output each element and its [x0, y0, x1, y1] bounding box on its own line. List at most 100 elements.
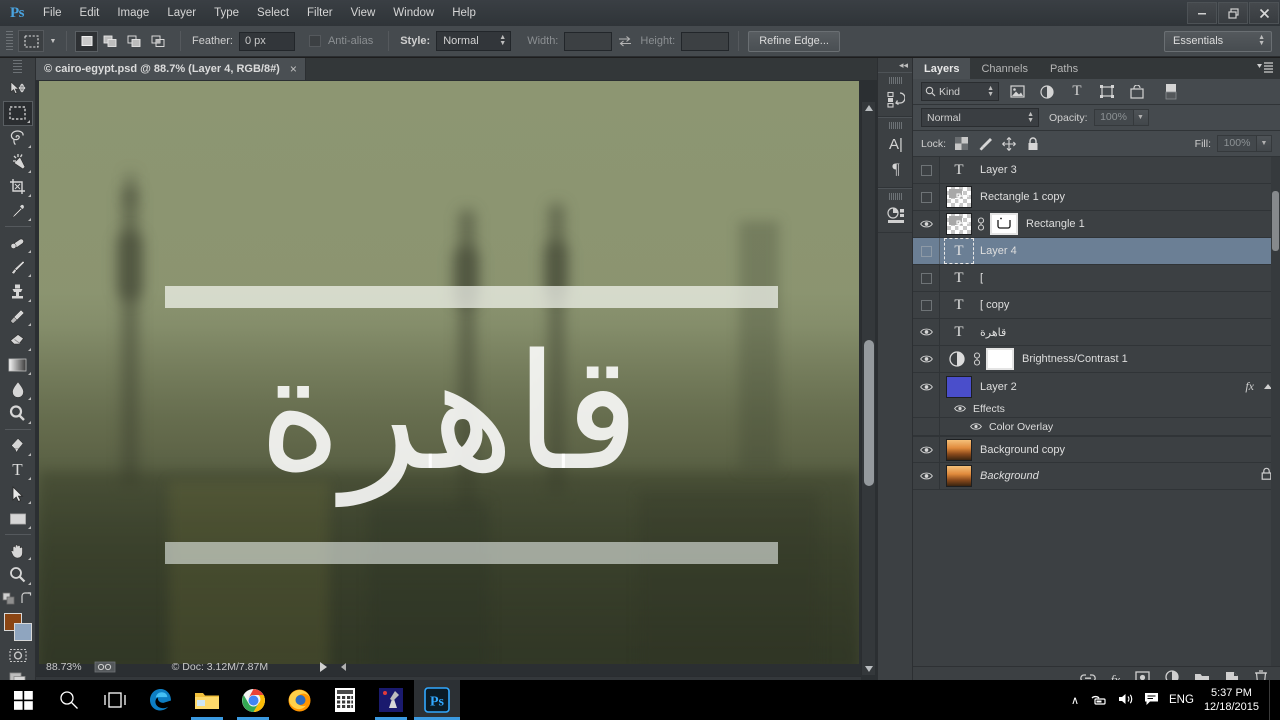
layer-mask-thumbnail[interactable] [986, 348, 1014, 370]
paragraph-panel-icon[interactable]: ¶ [878, 157, 914, 183]
rectangular-marquee-tool-icon[interactable] [18, 30, 44, 52]
rectangle-tool[interactable] [3, 506, 33, 530]
search-icon[interactable] [46, 680, 92, 720]
vector-mask-thumbnail[interactable] [990, 213, 1018, 235]
spot-healing-brush-tool[interactable] [3, 230, 33, 254]
layer-name[interactable]: [ [980, 272, 983, 284]
layer-visibility-toggle[interactable] [913, 346, 940, 372]
type-layer-thumbnail[interactable]: T [946, 294, 972, 316]
shape-layer-thumbnail[interactable] [946, 186, 972, 208]
eraser-tool[interactable] [3, 328, 33, 352]
swap-colors-icon[interactable] [18, 590, 34, 608]
layer-name[interactable]: Layer 3 [980, 164, 1017, 176]
rail-grip[interactable] [888, 77, 902, 84]
edit-in-quick-mask-mode-button[interactable] [3, 643, 33, 667]
table-row[interactable]: Background copy [913, 436, 1280, 463]
layer-name[interactable]: Background copy [980, 444, 1065, 456]
blend-mode-select[interactable]: Normal ▲ ▼ [921, 108, 1039, 127]
layer-visibility-toggle[interactable] [913, 373, 940, 400]
layer-name[interactable]: Background [980, 470, 1039, 482]
zoom-level-label[interactable]: 88.73% [46, 661, 82, 673]
height-input[interactable] [681, 31, 730, 51]
rectangular-marquee-tool[interactable] [2, 101, 33, 126]
status-expand-arrow-icon[interactable] [320, 662, 328, 672]
layer-name[interactable]: Brightness/Contrast 1 [1022, 353, 1128, 365]
layer-effect-item[interactable]: Color Overlay [913, 418, 1280, 436]
language-indicator[interactable]: ENG [1169, 694, 1194, 706]
layer-name[interactable]: قاهرة [980, 326, 1006, 339]
layer-name[interactable]: [ copy [980, 299, 1009, 311]
menu-edit[interactable]: Edit [71, 0, 109, 26]
layers-list[interactable]: T Layer 3 Rectangle 1 copy Rectangle 1 T… [913, 157, 1280, 666]
type-layer-thumbnail[interactable]: T [946, 159, 972, 181]
filter-adjustment-layers-icon[interactable] [1035, 82, 1059, 102]
style-select[interactable]: Normal ▲ ▼ [436, 31, 512, 51]
add-to-selection-button[interactable] [99, 31, 122, 52]
type-layer-thumbnail[interactable]: T [944, 238, 974, 264]
tools-panel-grip[interactable] [13, 60, 22, 74]
layers-scroll-thumb[interactable] [1272, 191, 1279, 251]
tool-preset-chevron-down-icon[interactable]: ▼ [46, 30, 60, 52]
crop-tool[interactable] [3, 175, 33, 199]
layer-visibility-toggle[interactable] [913, 265, 940, 291]
network-icon[interactable] [1089, 692, 1107, 709]
layer-visibility-toggle[interactable] [913, 437, 940, 462]
photo-layer-thumbnail[interactable] [946, 465, 972, 487]
photoshop-icon[interactable]: Ps [414, 680, 460, 720]
image-canvas[interactable]: قاهرة [39, 81, 859, 664]
layer-name[interactable]: Layer 4 [980, 245, 1017, 257]
action-center-icon[interactable] [1144, 692, 1159, 709]
background-color-swatch[interactable] [13, 622, 32, 641]
chrome-icon[interactable] [230, 680, 276, 720]
history-panel-icon[interactable] [878, 86, 914, 112]
link-mask-icon[interactable] [972, 352, 982, 366]
character-panel-icon[interactable]: A| [878, 131, 914, 157]
task-view-icon[interactable] [92, 680, 138, 720]
filter-smart-objects-icon[interactable] [1125, 82, 1149, 102]
clone-stamp-tool[interactable] [3, 279, 33, 303]
magic-wand-tool[interactable] [3, 150, 33, 174]
new-selection-button[interactable] [75, 30, 98, 52]
layer-visibility-toggle[interactable] [913, 463, 940, 489]
table-row[interactable]: T [ [913, 265, 1280, 292]
calculator-icon[interactable] [322, 680, 368, 720]
layer-visibility-toggle[interactable] [913, 292, 940, 318]
filter-kind-select[interactable]: Kind ▲ ▼ [921, 82, 999, 101]
photo-layer-thumbnail[interactable] [946, 438, 972, 461]
table-row[interactable]: Brightness/Contrast 1 [913, 346, 1280, 373]
menu-help[interactable]: Help [443, 0, 485, 26]
table-row[interactable]: Background [913, 463, 1280, 490]
opacity-chevron-down-icon[interactable]: ▼ [1133, 109, 1149, 126]
anti-alias-checkbox[interactable] [308, 35, 321, 47]
vertical-scroll-thumb[interactable] [864, 340, 874, 486]
adjustment-layer-thumbnail[interactable] [946, 348, 968, 370]
firefox-icon[interactable] [276, 680, 322, 720]
zoom-tool[interactable] [3, 562, 33, 586]
table-row[interactable]: T Layer 4 [913, 238, 1280, 265]
default-colors-icon[interactable] [1, 590, 17, 608]
menu-type[interactable]: Type [205, 0, 248, 26]
status-left-arrow-icon[interactable] [341, 663, 347, 671]
layer-visibility-toggle[interactable] [913, 211, 940, 237]
refine-edge-button[interactable]: Refine Edge... [748, 30, 840, 52]
tab-paths[interactable]: Paths [1039, 58, 1089, 79]
effect-eye-icon[interactable] [970, 422, 982, 431]
canvas-vertical-scrollbar[interactable] [861, 102, 875, 675]
lock-transparent-pixels-icon[interactable] [952, 135, 970, 153]
menu-view[interactable]: View [342, 0, 385, 26]
minimize-button[interactable] [1187, 2, 1217, 24]
layer-visibility-toggle[interactable] [913, 319, 940, 345]
layer-effects-group[interactable]: Effects [913, 400, 1280, 418]
options-bar-grip[interactable] [6, 31, 13, 51]
layers-panel-scrollbar[interactable] [1271, 157, 1280, 666]
feather-input[interactable]: 0 px [238, 31, 295, 51]
menu-image[interactable]: Image [108, 0, 158, 26]
table-row[interactable]: T قاهرة [913, 319, 1280, 346]
layer-style-fx-icon[interactable]: fx [1245, 379, 1254, 394]
start-icon[interactable] [0, 680, 46, 720]
table-row[interactable]: Rectangle 1 [913, 211, 1280, 238]
dodge-tool[interactable] [3, 402, 33, 426]
pen-tool[interactable] [3, 433, 33, 457]
file-explorer-icon[interactable] [184, 680, 230, 720]
collapse-panels-icon[interactable]: ◂◂ [878, 58, 912, 72]
